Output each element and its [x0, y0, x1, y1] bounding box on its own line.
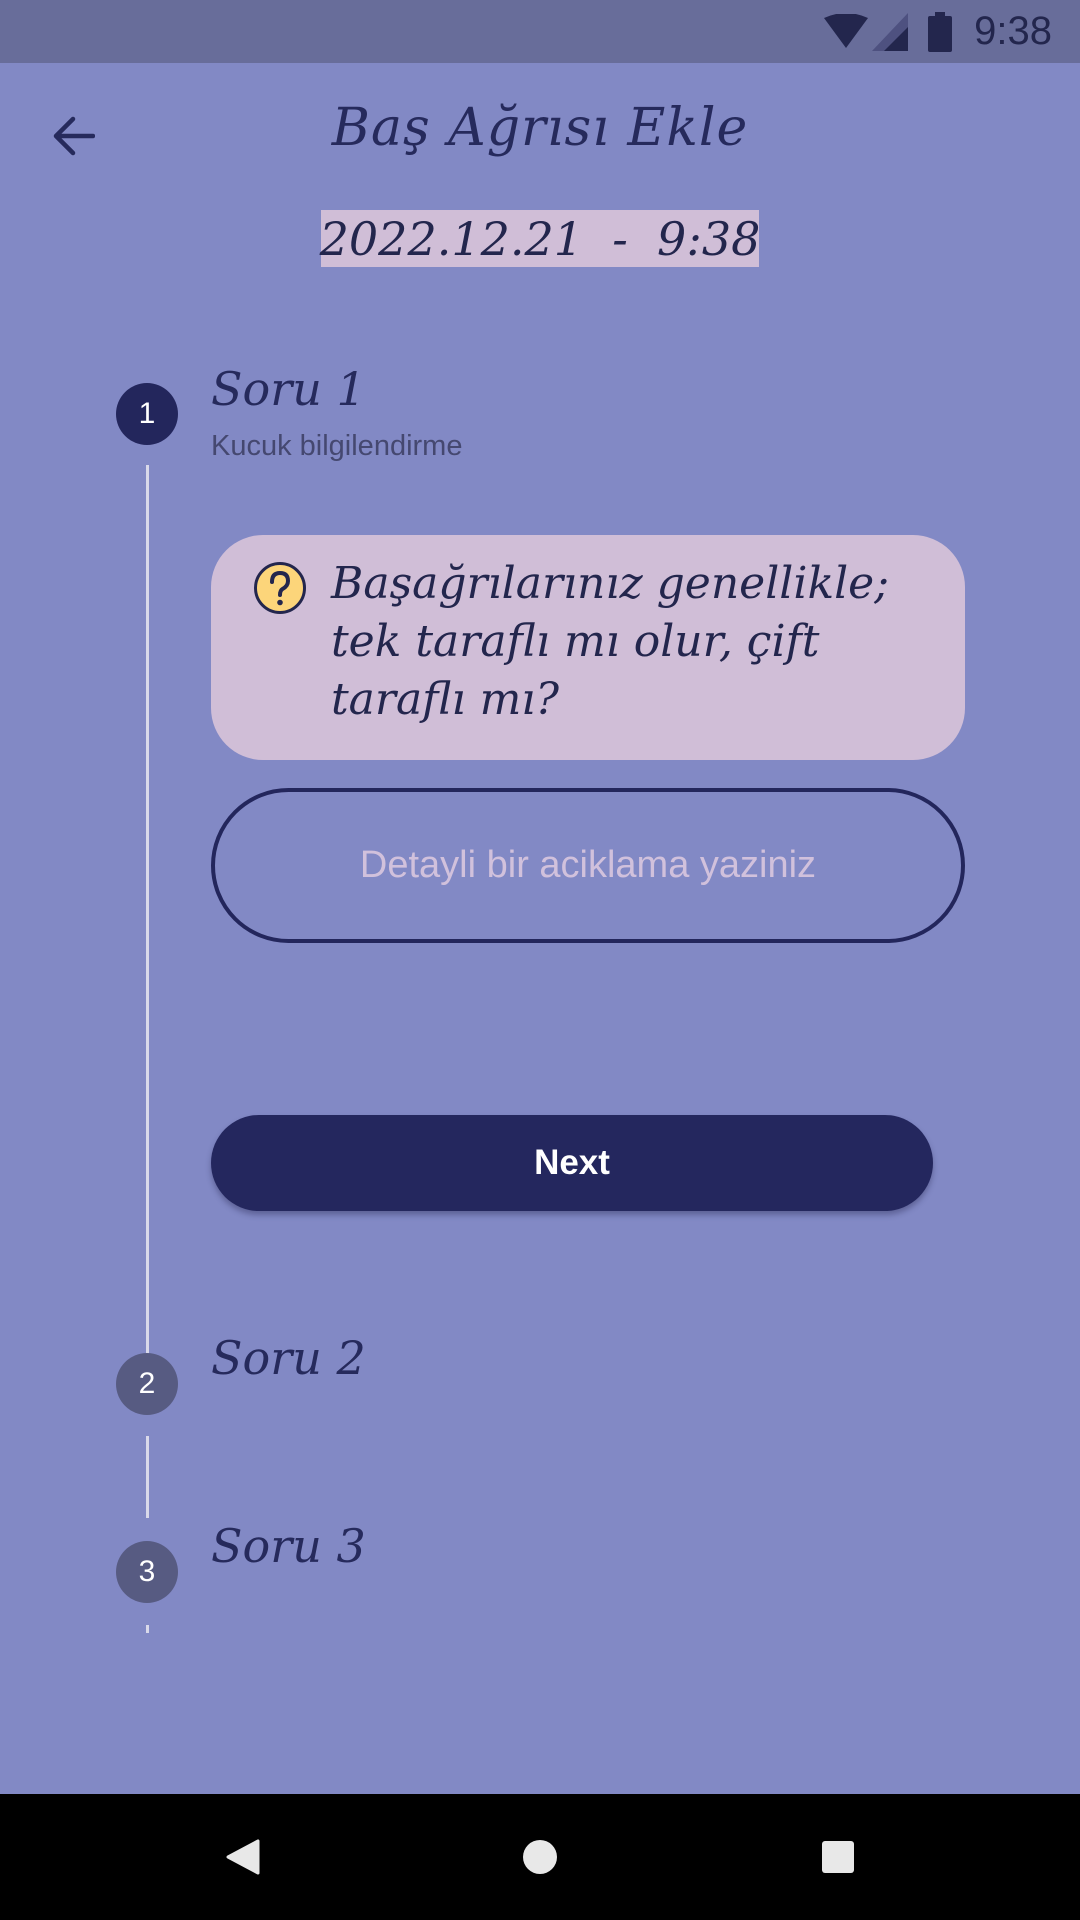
question-mark-icon — [254, 562, 306, 614]
next-button[interactable]: Next — [211, 1115, 933, 1211]
step-3-title[interactable]: Soru 3 — [211, 1519, 366, 1573]
step-2-indicator[interactable]: 2 — [116, 1353, 178, 1415]
step-3-connector — [146, 1625, 149, 1633]
status-bar: 9:38 — [0, 0, 1080, 63]
step-2-title[interactable]: Soru 2 — [211, 1331, 366, 1385]
status-time: 9:38 — [974, 9, 1052, 53]
navigation-bar — [0, 1794, 1080, 1920]
page-title: Baş Ağrısı Ekle — [331, 98, 749, 158]
step-1-connector — [146, 465, 149, 1393]
step-2-connector — [146, 1436, 149, 1518]
battery-icon — [928, 11, 953, 52]
nav-back-button[interactable] — [210, 1825, 274, 1889]
add-headache-screen: Baş Ağrısı Ekle 2022.12.21 - 9:38 1 Soru… — [0, 63, 1080, 1794]
step-1-subtitle: Kucuk bilgilendirme — [211, 430, 463, 462]
nav-recents-button[interactable] — [806, 1825, 870, 1889]
step-1-title[interactable]: Soru 1 — [211, 362, 366, 416]
wifi-icon — [824, 13, 869, 50]
step-3-indicator[interactable]: 3 — [116, 1541, 178, 1603]
question-card: Başağrılarınız genellikle; tek taraflı m… — [211, 535, 965, 760]
nav-back-icon — [226, 1839, 260, 1875]
question-text: Başağrılarınız genellikle; tek taraflı m… — [331, 558, 890, 725]
datetime-chip[interactable]: 2022.12.21 - 9:38 — [320, 210, 760, 267]
nav-recents-icon — [822, 1841, 854, 1873]
description-field[interactable] — [211, 788, 965, 943]
cellular-signal-icon — [872, 12, 909, 51]
step-1-indicator[interactable]: 1 — [116, 383, 178, 445]
nav-home-button[interactable] — [508, 1825, 572, 1889]
status-icons: 9:38 — [824, 0, 1052, 63]
description-input[interactable] — [252, 844, 924, 887]
nav-home-icon — [523, 1840, 557, 1874]
